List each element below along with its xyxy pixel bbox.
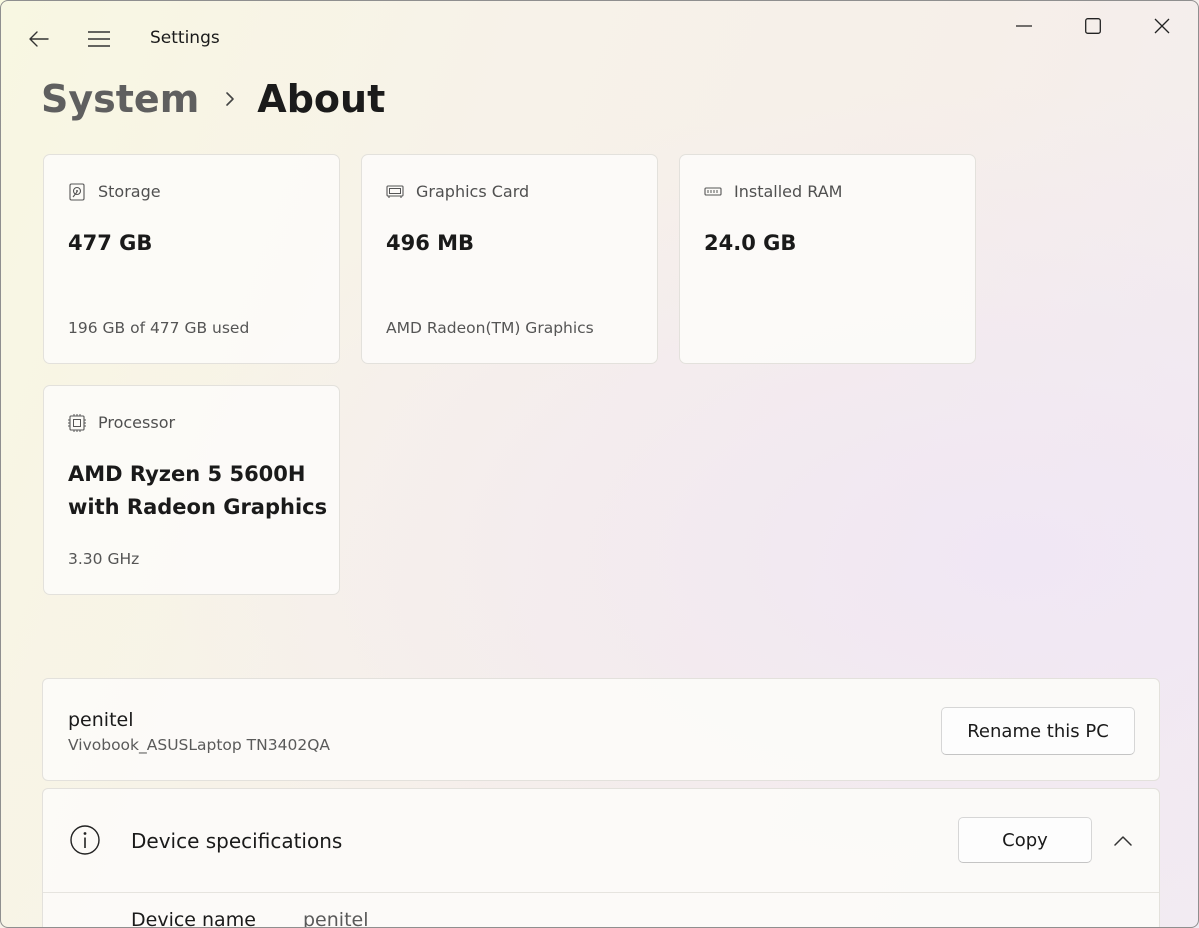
copy-button[interactable]: Copy (958, 817, 1092, 863)
tile-value: 24.0 GB (704, 231, 797, 255)
breadcrumb: System About (41, 73, 385, 125)
page-title: About (257, 77, 386, 121)
minimize-icon (1016, 25, 1032, 27)
app-title: Settings (150, 28, 220, 48)
graphics-card-icon (386, 183, 404, 201)
maximize-button[interactable] (1070, 9, 1116, 43)
title-bar: Settings (1, 1, 1198, 71)
tile-value: AMD Ryzen 5 5600H with Radeon Graphics (68, 462, 328, 519)
storage-tile-header: Storage (68, 182, 161, 201)
minimize-button[interactable] (1001, 9, 1047, 43)
tile-label: Installed RAM (734, 182, 843, 201)
storage-tile[interactable]: Storage 477 GB 196 GB of 477 GB used (43, 154, 340, 364)
device-specifications-title: Device specifications (131, 829, 343, 853)
tile-label: Graphics Card (416, 182, 530, 201)
maximize-icon (1085, 18, 1101, 34)
processor-tile-header: Processor (68, 413, 175, 432)
back-button[interactable] (23, 23, 55, 55)
graphics-card-tile[interactable]: Graphics Card 496 MB AMD Radeon(TM) Grap… (361, 154, 658, 364)
navigation-menu-button[interactable] (83, 23, 115, 55)
pc-name-card: penitel Vivobook_ASUSLaptop TN3402QA Ren… (42, 678, 1160, 781)
spec-row-label: Device name (131, 909, 256, 928)
info-icon (70, 825, 100, 855)
spec-row-value: penitel (303, 909, 369, 928)
tile-label: Processor (98, 413, 176, 432)
tile-label: Storage (98, 182, 161, 201)
ram-tile-header: Installed RAM (704, 182, 842, 201)
chevron-up-icon (1114, 836, 1132, 846)
close-icon (1154, 18, 1170, 34)
close-button[interactable] (1139, 9, 1185, 43)
pc-model: Vivobook_ASUSLaptop TN3402QA (68, 736, 330, 754)
settings-window: Settings System About Storage 477 GB 196… (0, 0, 1199, 928)
tile-value: 477 GB (68, 231, 153, 255)
tile-subtext: AMD Radeon(TM) Graphics (386, 319, 594, 337)
rename-pc-button[interactable]: Rename this PC (941, 707, 1135, 755)
storage-drive-icon (68, 182, 86, 201)
device-specifications-header[interactable]: Device specifications Copy (43, 789, 1159, 893)
installed-ram-tile[interactable]: Installed RAM 24.0 GB (679, 154, 976, 364)
processor-tile[interactable]: Processor AMD Ryzen 5 5600H with Radeon … (43, 385, 340, 595)
device-specifications-card: Device specifications Copy Device name p… (42, 788, 1160, 928)
chevron-right-icon (225, 91, 235, 107)
graphics-tile-header: Graphics Card (386, 182, 529, 201)
collapse-button[interactable] (1111, 829, 1135, 853)
breadcrumb-system[interactable]: System (41, 77, 199, 121)
hamburger-menu-icon (88, 31, 110, 47)
back-arrow-icon (29, 31, 49, 47)
ram-icon (704, 183, 722, 201)
tile-subtext: 3.30 GHz (68, 550, 140, 568)
tile-subtext: 196 GB of 477 GB used (68, 319, 250, 337)
pc-name: penitel (68, 709, 134, 731)
tile-value: 496 MB (386, 231, 475, 255)
processor-chip-icon (68, 413, 86, 432)
